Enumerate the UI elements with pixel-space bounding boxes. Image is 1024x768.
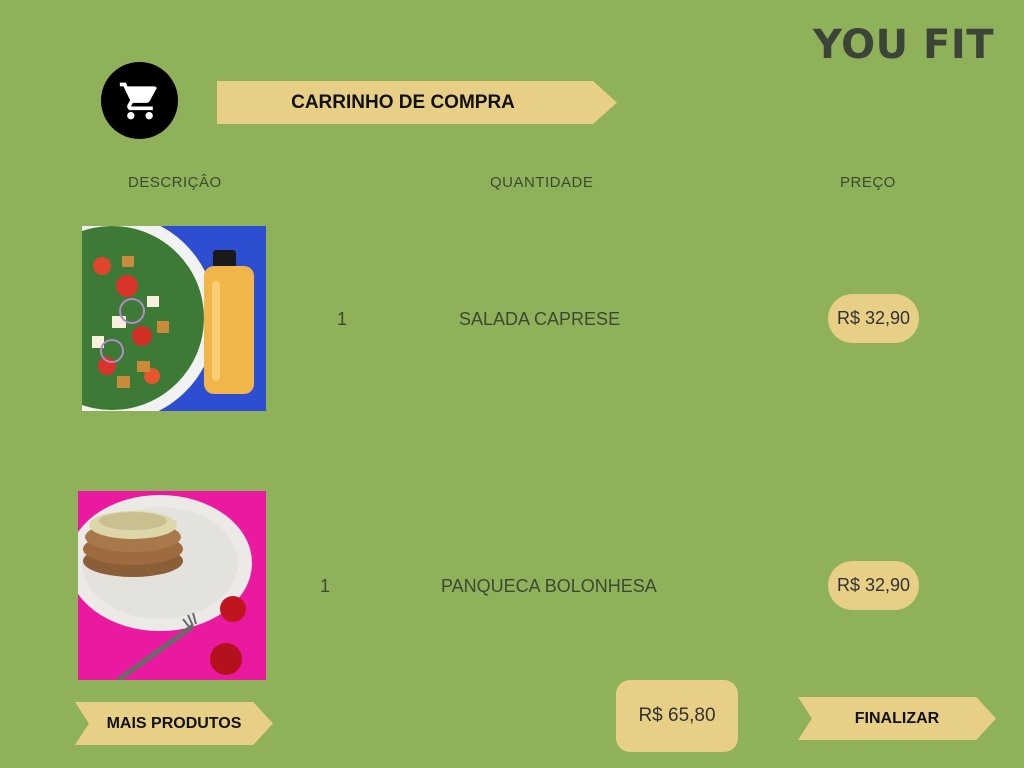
finalize-button[interactable]: FINALIZAR	[798, 697, 996, 740]
product-image-pancake[interactable]	[78, 491, 266, 680]
cart-icon-badge	[101, 62, 178, 139]
page-title-banner: CARRINHO DE COMPRA	[217, 81, 617, 124]
shopping-cart-icon	[119, 82, 157, 119]
column-header-quantity: QUANTIDADE	[490, 174, 594, 191]
brand-logo: YOU FIT	[813, 22, 994, 68]
more-products-label: MAIS PRODUTOS	[106, 714, 242, 732]
page-title: CARRINHO DE COMPRA	[291, 91, 515, 113]
column-header-price: PREÇO	[840, 174, 896, 191]
product-image-salad[interactable]	[82, 226, 266, 411]
item-name: PANQUECA BOLONHESA	[441, 576, 657, 596]
cart-total-value: R$ 65,80	[638, 705, 716, 726]
cart-total: R$ 65,80	[616, 680, 738, 752]
item-quantity[interactable]: 1	[337, 309, 347, 330]
more-products-button[interactable]: MAIS PRODUTOS	[75, 702, 273, 745]
item-price: R$ 32,90	[828, 294, 919, 343]
item-name: SALADA CAPRESE	[459, 309, 621, 329]
finalize-label: FINALIZAR	[854, 709, 940, 727]
item-price-label: R$ 32,90	[836, 308, 911, 328]
item-price-label: R$ 32,90	[836, 575, 911, 595]
item-price: R$ 32,90	[828, 561, 919, 610]
item-quantity[interactable]: 1	[320, 576, 330, 597]
column-header-description: DESCRIÇÂO	[128, 174, 222, 191]
